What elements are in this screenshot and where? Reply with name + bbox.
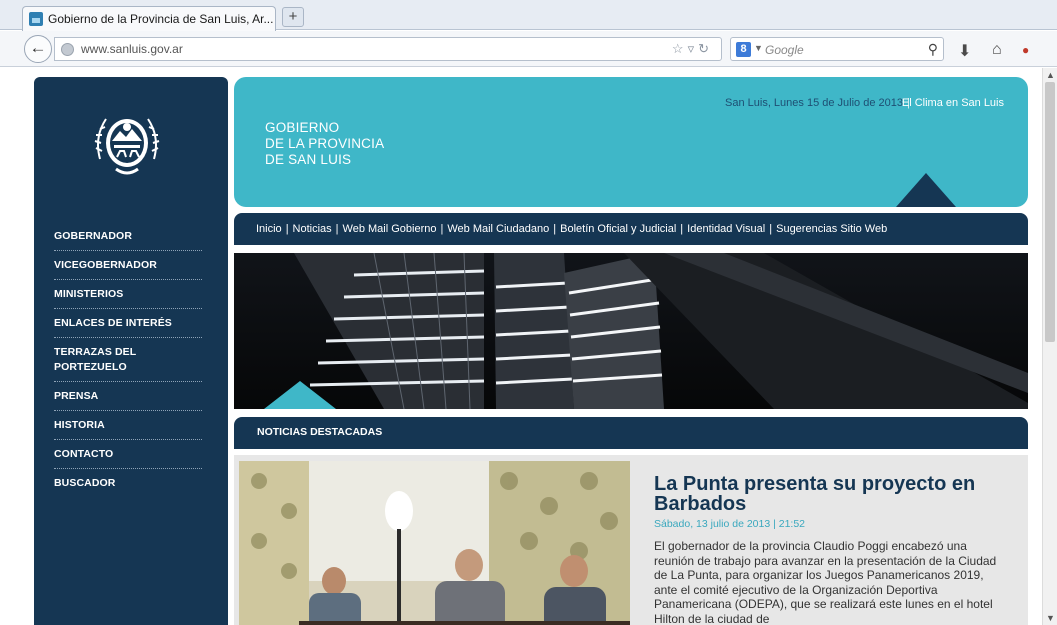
weather-link[interactable]: El Clima en San Luis — [902, 97, 1004, 109]
sidebar: GOBERNADOR VICEGOBERNADOR MINISTERIOS EN… — [34, 77, 228, 625]
section-header: NOTICIAS DESTACADAS — [234, 417, 1028, 449]
nav-noticias[interactable]: Noticias — [293, 213, 332, 245]
globe-icon — [61, 43, 74, 56]
url-bar[interactable]: www.sanluis.gov.ar ☆▿↻ — [54, 37, 722, 61]
sidebar-item-vicegobernador[interactable]: VICEGOBERNADOR — [54, 251, 202, 280]
nav-identidad-visual[interactable]: Identidad Visual — [687, 213, 765, 245]
nav-separator: | — [285, 223, 289, 235]
addon-icon[interactable]: ● — [1022, 43, 1029, 57]
nav-separator: | — [680, 223, 684, 235]
brand-line: DE SAN LUIS — [265, 152, 352, 167]
chevron-down-icon[interactable]: ▼ — [754, 43, 763, 53]
nav-webmail-ciudadano[interactable]: Web Mail Ciudadano — [447, 213, 549, 245]
reload-icon[interactable]: ↻ — [698, 41, 713, 56]
featured-news: La Punta presenta su proyecto en Barbado… — [234, 455, 1028, 625]
url-bar-actions: ☆▿↻ — [672, 41, 713, 57]
download-icon[interactable]: ⬇ — [958, 41, 971, 61]
seal-icon — [94, 118, 160, 175]
nav-boletin-oficial[interactable]: Boletín Oficial y Judicial — [560, 213, 676, 245]
nav-separator: | — [335, 223, 339, 235]
page-scroll-up-icon[interactable]: ▲ — [1046, 70, 1055, 80]
sidebar-item-gobernador[interactable]: GOBERNADOR — [54, 222, 202, 251]
sidebar-item-prensa[interactable]: PRENSA — [54, 382, 202, 411]
sidebar-item-ministerios[interactable]: MINISTERIOS — [54, 280, 202, 309]
brand-line: GOBIERNO — [265, 120, 340, 135]
sidebar-item-buscador[interactable]: BUSCADOR — [54, 469, 202, 497]
sidebar-item-contacto[interactable]: CONTACTO — [54, 440, 202, 469]
search-placeholder: Google — [765, 43, 804, 57]
back-arrow-icon: ← — [29, 38, 47, 57]
page-scrollbar[interactable]: ▲ ▼ — [1042, 68, 1057, 625]
news-title[interactable]: La Punta presenta su proyecto en Barbado… — [654, 474, 1004, 514]
search-engine-icon[interactable]: 8 — [736, 42, 751, 57]
back-button[interactable]: ← — [24, 35, 52, 63]
scrollbar-thumb[interactable] — [1045, 82, 1055, 342]
news-summary: El gobernador de la provincia Claudio Po… — [654, 539, 997, 625]
dropdown-icon[interactable]: ▿ — [688, 41, 699, 56]
site-brand[interactable]: GOBIERNO DE LA PROVINCIA DE SAN LUIS — [265, 120, 384, 168]
sidebar-item-historia[interactable]: HISTORIA — [54, 411, 202, 440]
url-text: www.sanluis.gov.ar — [81, 42, 183, 56]
tab-title: Gobierno de la Provincia de San Luis, Ar… — [48, 12, 274, 26]
hero-image — [234, 253, 1028, 409]
nav-separator: | — [440, 223, 444, 235]
new-tab-button[interactable]: + — [282, 7, 304, 27]
section-title: NOTICIAS DESTACADAS — [257, 426, 383, 438]
search-icon[interactable]: ⚲ — [928, 41, 938, 58]
star-icon[interactable]: ☆ — [672, 41, 688, 56]
home-icon[interactable]: ⌂ — [992, 41, 1002, 59]
tab-strip: Gobierno de la Provincia de San Luis, Ar… — [0, 0, 1057, 31]
header-triangle — [896, 173, 956, 207]
nav-sugerencias[interactable]: Sugerencias Sitio Web — [776, 213, 887, 245]
brand-line: DE LA PROVINCIA — [265, 136, 385, 151]
sidebar-menu: GOBERNADOR VICEGOBERNADOR MINISTERIOS EN… — [34, 222, 228, 497]
page-scroll-down-icon[interactable]: ▼ — [1046, 613, 1055, 623]
top-navigation: Inicio | Noticias | Web Mail Gobierno | Web Ma… — [234, 213, 1028, 245]
nav-inicio[interactable]: Inicio — [256, 213, 282, 245]
sidebar-item-enlaces[interactable]: ENLACES DE INTERÉS — [54, 309, 202, 338]
sidebar-item-terrazas[interactable]: TERRAZAS DEL PORTEZUELO — [54, 338, 202, 382]
header-banner: GOBIERNO DE LA PROVINCIA DE SAN LUIS San… — [234, 77, 1028, 207]
search-bar[interactable]: 8 ▼ Google ⚲ — [730, 37, 944, 61]
news-date: Sábado, 13 julio de 2013 | 21:52 — [654, 518, 806, 530]
favicon-icon — [29, 12, 43, 26]
navigation-toolbar: ← www.sanluis.gov.ar ☆▿↻ 8 ▼ Google ⚲ ⬇ … — [0, 31, 1057, 67]
nav-separator: | — [769, 223, 773, 235]
news-photo[interactable] — [239, 461, 630, 625]
nav-webmail-gobierno[interactable]: Web Mail Gobierno — [343, 213, 437, 245]
page-viewport: GOBERNADOR VICEGOBERNADOR MINISTERIOS EN… — [0, 68, 1042, 625]
nav-separator: | — [553, 223, 557, 235]
header-date: San Luis, Lunes 15 de Julio de 2013 — [725, 97, 903, 109]
browser-tab[interactable]: Gobierno de la Provincia de San Luis, Ar… — [22, 6, 276, 31]
